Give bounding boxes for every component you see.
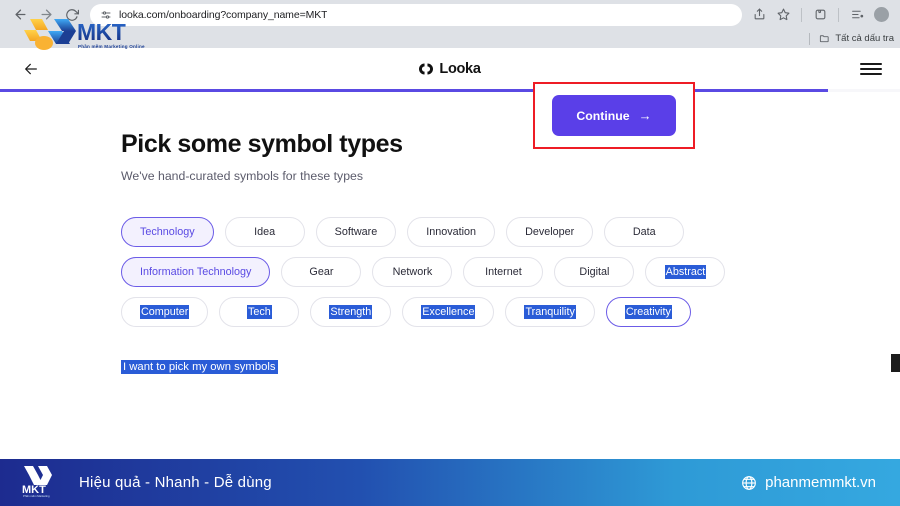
banner-left-group: MKT Phần mềm Marketing Hiệu quả - Nhanh … — [18, 462, 272, 503]
bookmarks-bar: Tất cả dấu tra — [0, 29, 900, 48]
symbol-type-chip[interactable]: Digital — [554, 257, 635, 287]
folder-icon — [819, 33, 830, 44]
scrollbar-thumb[interactable] — [891, 354, 900, 372]
symbol-type-chip-label: Information Technology — [140, 266, 252, 278]
arrow-right-icon: → — [638, 108, 652, 123]
symbol-type-chip-label: Data — [632, 226, 656, 238]
symbol-type-chip-label: Creativity — [624, 305, 672, 319]
symbol-type-chip[interactable]: Data — [604, 217, 685, 247]
symbol-type-chip[interactable]: Abstract — [645, 257, 726, 287]
symbol-type-chip-label: Innovation — [426, 226, 477, 238]
bookmarks-all-folder[interactable]: Tất cả dấu tra — [819, 33, 894, 44]
symbol-type-chip-label: Internet — [485, 266, 522, 278]
svg-text:Phần mềm Marketing: Phần mềm Marketing — [23, 494, 50, 498]
symbol-type-chip[interactable]: Developer — [506, 217, 594, 247]
star-icon[interactable] — [772, 4, 794, 26]
symbol-type-chip[interactable]: Creativity — [605, 297, 691, 327]
bookmarks-all-label: Tất cả dấu tra — [835, 33, 894, 44]
symbol-type-chip-label: Technology — [140, 226, 195, 238]
symbol-type-chip-label: Software — [334, 226, 378, 238]
symbol-type-chip[interactable]: Innovation — [407, 217, 496, 247]
symbol-type-chip[interactable]: Information Technology — [121, 257, 271, 287]
symbol-type-chip[interactable]: Internet — [463, 257, 544, 287]
symbol-type-chip[interactable]: Network — [372, 257, 453, 287]
banner-slogan: Hiệu quả - Nhanh - Dễ dùng — [79, 474, 272, 491]
symbol-type-chip-list: Technology Idea Software Innovation Develope… — [121, 217, 900, 327]
address-bar-url: looka.com/onboarding?company_name=MKT — [119, 8, 328, 21]
bookmarks-divider — [809, 32, 811, 45]
symbol-type-chip-label: Tranquility — [524, 305, 576, 319]
globe-icon — [741, 475, 757, 491]
promo-banner: MKT Phần mềm Marketing Hiệu quả - Nhanh … — [0, 459, 900, 506]
banner-website: phanmemmkt.vn — [765, 474, 876, 491]
symbol-type-chip[interactable]: Gear — [281, 257, 362, 287]
avatar[interactable] — [870, 4, 892, 26]
continue-button-label: Continue — [576, 108, 630, 123]
looka-brand-name: Looka — [439, 60, 481, 77]
back-button[interactable] — [18, 56, 44, 82]
main-content: Continue → Pick some symbol types We've … — [0, 82, 900, 375]
address-bar[interactable]: looka.com/onboarding?company_name=MKT — [90, 3, 742, 26]
page-title: Pick some symbol types — [121, 130, 403, 158]
browser-toolbar: looka.com/onboarding?company_name=MKT — [0, 0, 900, 29]
symbol-type-row: Computer Tech Strength Excellence Tranquilit… — [121, 297, 900, 327]
symbol-type-chip[interactable]: Excellence — [402, 297, 495, 327]
back-icon[interactable] — [8, 3, 32, 27]
reload-icon[interactable] — [60, 3, 84, 27]
symbol-type-row: Information Technology Gear Network Interne… — [121, 257, 900, 287]
symbol-type-chip-label: Excellence — [421, 305, 476, 319]
symbol-type-chip-label: Network — [392, 266, 433, 278]
symbol-type-chip-label: Developer — [525, 226, 575, 238]
looka-brand[interactable]: Looka — [0, 61, 900, 77]
symbol-type-chip-label: Computer — [140, 305, 190, 319]
toolbar-divider-2 — [838, 7, 839, 22]
banner-right-group[interactable]: phanmemmkt.vn — [741, 474, 876, 491]
symbol-type-chip[interactable]: Computer — [121, 297, 209, 327]
toolbar-icons — [748, 4, 892, 26]
share-icon[interactable] — [748, 4, 770, 26]
symbol-type-chip[interactable]: Software — [315, 217, 397, 247]
symbol-type-chip[interactable]: Technology — [121, 217, 214, 247]
mkt-logo-banner: MKT Phần mềm Marketing — [18, 462, 64, 503]
looka-app-header: Looka — [0, 48, 900, 89]
pick-own-symbols-link[interactable]: I want to pick my own symbols — [121, 360, 278, 374]
reading-list-icon[interactable] — [846, 4, 868, 26]
page-subtitle: We've hand-curated symbols for these typ… — [121, 169, 364, 183]
looka-page: Looka Continue → Pick some symbol types … — [0, 48, 900, 459]
symbol-type-chip-label: Abstract — [664, 265, 707, 279]
site-settings-icon[interactable] — [99, 8, 112, 21]
toolbar-divider — [801, 7, 802, 22]
continue-annotation-box: Continue → — [533, 82, 695, 149]
browser-chrome: looka.com/onboarding?company_name=MKT Tấ… — [0, 0, 900, 48]
symbol-type-chip[interactable]: Tranquility — [505, 297, 595, 327]
puzzle-icon[interactable] — [809, 4, 831, 26]
symbol-type-chip-label: Tech — [247, 305, 272, 319]
symbol-type-chip-label: Strength — [329, 305, 373, 319]
symbol-type-chip-label: Gear — [309, 266, 334, 278]
forward-icon[interactable] — [34, 3, 58, 27]
hamburger-menu-icon[interactable] — [860, 58, 882, 80]
symbol-type-chip[interactable]: Strength — [310, 297, 392, 327]
symbol-type-chip-label: Digital — [579, 266, 610, 278]
looka-mark-icon — [419, 62, 434, 76]
pick-own-symbols-label: I want to pick my own symbols — [121, 360, 278, 374]
continue-button[interactable]: Continue → — [552, 95, 676, 136]
symbol-type-row: Technology Idea Software Innovation Develope… — [121, 217, 900, 247]
symbol-type-chip-label: Idea — [254, 226, 276, 238]
symbol-type-chip[interactable]: Tech — [219, 297, 300, 327]
symbol-type-chip[interactable]: Idea — [224, 217, 305, 247]
